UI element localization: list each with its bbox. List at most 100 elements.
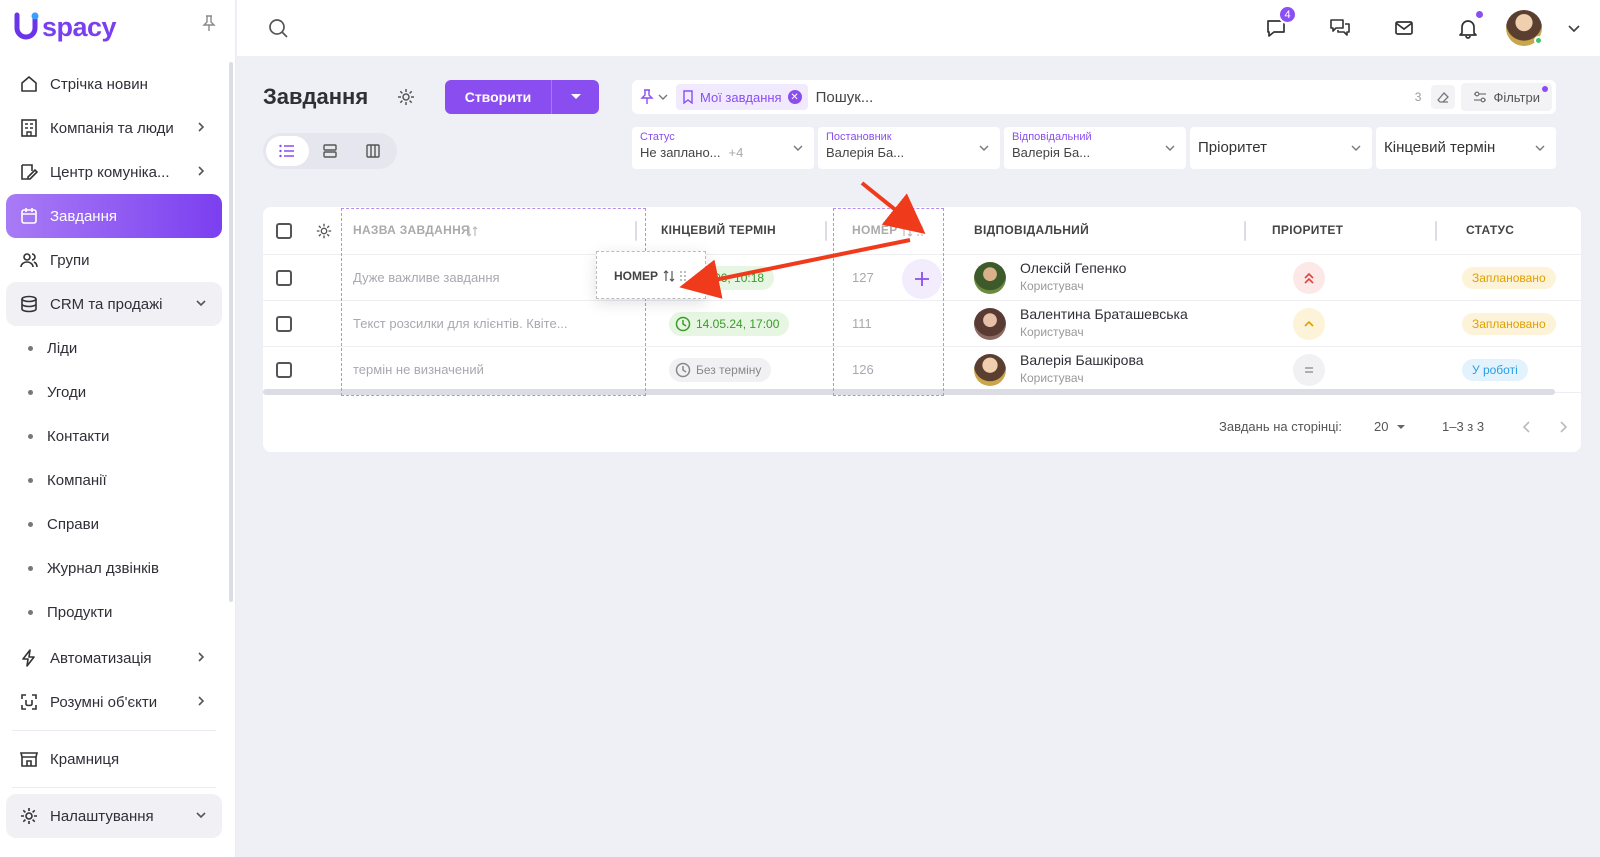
messages-button[interactable] bbox=[1308, 17, 1372, 39]
priority-medium[interactable] bbox=[1293, 308, 1325, 340]
next-page-icon[interactable] bbox=[1556, 420, 1570, 434]
status-badge[interactable]: У роботі bbox=[1462, 359, 1528, 381]
notifications-button[interactable] bbox=[1436, 11, 1500, 39]
logo[interactable]: spacy bbox=[14, 10, 117, 44]
priority-filter[interactable]: Пріоритет bbox=[1190, 127, 1372, 169]
chip-remove-icon[interactable]: ✕ bbox=[787, 90, 802, 104]
pin-icon[interactable] bbox=[200, 14, 218, 32]
search-input[interactable]: Пошук... bbox=[816, 89, 1415, 106]
gear-icon[interactable] bbox=[315, 222, 333, 240]
dragged-column-header[interactable]: НОМЕР bbox=[596, 251, 706, 299]
sidebar-item-news[interactable]: Стрічка новин bbox=[6, 62, 222, 106]
responsible-filter[interactable]: Відповідальний Валерія Ба... bbox=[1004, 127, 1186, 169]
priority-high[interactable] bbox=[1293, 262, 1325, 294]
name-column-drop-zone bbox=[341, 208, 646, 396]
row-checkbox[interactable] bbox=[276, 270, 292, 286]
sidebar-item-label: Розумні об'єкти bbox=[50, 693, 158, 711]
column-header-deadline[interactable]: КІНЦЕВИЙ ТЕРМІН bbox=[661, 223, 776, 237]
cards-view-button[interactable] bbox=[309, 136, 352, 166]
status-filter[interactable]: Статус Не заплано... +4 bbox=[632, 127, 814, 169]
chevron-down-icon bbox=[793, 145, 803, 151]
avatar[interactable] bbox=[974, 262, 1006, 294]
row-checkbox[interactable] bbox=[276, 316, 292, 332]
avatar bbox=[1506, 10, 1543, 46]
deadline-filter[interactable]: Кінцевий термін bbox=[1376, 127, 1556, 169]
list-view-button[interactable] bbox=[266, 136, 309, 166]
sidebar-item-settings[interactable]: Налаштування bbox=[6, 794, 222, 838]
priority-normal[interactable] bbox=[1293, 354, 1325, 386]
pin-preset-dropdown[interactable] bbox=[632, 89, 676, 105]
user-menu-toggle[interactable] bbox=[1548, 21, 1600, 35]
mail-icon bbox=[1395, 21, 1413, 35]
bullet bbox=[28, 609, 33, 615]
person-role: Користувач bbox=[1020, 279, 1084, 293]
caret-down-icon bbox=[1397, 424, 1406, 429]
person-name[interactable]: Валентина Браташевська bbox=[1020, 306, 1188, 322]
person-name[interactable]: Олексій Гепенко bbox=[1020, 260, 1126, 276]
sidebar-sub-contacts[interactable]: Контакти bbox=[6, 414, 222, 458]
filters-label: Фільтри bbox=[1493, 89, 1540, 105]
chevron-down-icon bbox=[1568, 25, 1580, 33]
row-checkbox[interactable] bbox=[276, 362, 292, 378]
chat-button[interactable]: 4 bbox=[1244, 5, 1308, 39]
notification-dot bbox=[1476, 11, 1483, 18]
sidebar-item-label: Налаштування bbox=[50, 807, 154, 825]
sidebar-sub-companies[interactable]: Компанії bbox=[6, 458, 222, 502]
create-button[interactable]: Створити bbox=[445, 80, 551, 114]
sidebar-sub-products[interactable]: Продукти bbox=[6, 590, 222, 634]
user-avatar-button[interactable] bbox=[1500, 10, 1548, 46]
sidebar-sub-call-log[interactable]: Журнал дзвінків bbox=[6, 546, 222, 590]
sidebar-item-automation[interactable]: Автоматизація bbox=[6, 636, 222, 680]
add-column-button[interactable] bbox=[902, 259, 942, 299]
sidebar-sub-deals[interactable]: Угоди bbox=[6, 370, 222, 414]
bullet bbox=[28, 389, 33, 395]
column-resizer[interactable] bbox=[1244, 221, 1246, 241]
filter-chip-my-tasks[interactable]: Мої завдання ✕ bbox=[676, 84, 808, 110]
sidebar-item-label: Центр комуніка... bbox=[50, 163, 170, 181]
creator-filter[interactable]: Постановник Валерія Ба... bbox=[818, 127, 1000, 169]
sidebar-item-tasks[interactable]: Завдання bbox=[6, 194, 222, 238]
bullet bbox=[28, 565, 33, 571]
deadline-chip[interactable]: 14.05.24, 17:00 bbox=[669, 312, 790, 336]
filter-label: Кінцевий термін bbox=[1384, 139, 1496, 156]
store-icon bbox=[18, 748, 40, 770]
kanban-view-button[interactable] bbox=[351, 136, 394, 166]
sidebar-item-label: Крамниця bbox=[50, 750, 120, 768]
person-name[interactable]: Валерія Башкірова bbox=[1020, 352, 1144, 368]
status-badge[interactable]: Заплановано bbox=[1462, 313, 1556, 335]
pin-icon bbox=[640, 89, 654, 104]
sidebar-item-label: CRM та продажі bbox=[50, 295, 163, 313]
sidebar-item-store[interactable]: Крамниця bbox=[6, 737, 222, 781]
column-resizer[interactable] bbox=[825, 221, 827, 241]
deadline-chip[interactable]: ...06, 10:18 bbox=[698, 266, 775, 290]
sidebar-item-crm[interactable]: CRM та продажі bbox=[6, 282, 222, 326]
select-all-checkbox[interactable] bbox=[276, 223, 292, 239]
filters-button[interactable]: Фільтри bbox=[1461, 83, 1552, 111]
building-icon bbox=[18, 117, 40, 139]
sidebar-sub-activities[interactable]: Справи bbox=[6, 502, 222, 546]
clear-search-button[interactable] bbox=[1431, 85, 1456, 109]
avatar[interactable] bbox=[974, 354, 1006, 386]
deadline-chip[interactable]: Без терміну bbox=[669, 358, 772, 382]
column-header-status[interactable]: СТАТУС bbox=[1466, 223, 1514, 237]
mail-button[interactable] bbox=[1372, 17, 1436, 39]
sidebar-nav: Стрічка новин Компанія та люди Центр ком… bbox=[6, 62, 222, 838]
gear-icon[interactable] bbox=[396, 87, 416, 107]
column-resizer[interactable] bbox=[1435, 221, 1437, 241]
column-header-priority[interactable]: ПРІОРИТЕТ bbox=[1272, 223, 1343, 237]
deadline-value: ...06, 10:18 bbox=[704, 271, 765, 285]
sidebar-scrollbar[interactable] bbox=[229, 62, 233, 602]
dragged-column-label: НОМЕР bbox=[614, 269, 659, 283]
sidebar-sub-leads[interactable]: Ліди bbox=[6, 326, 222, 370]
sidebar-item-smart-objects[interactable]: Розумні об'єкти bbox=[6, 680, 222, 724]
create-dropdown-button[interactable] bbox=[552, 80, 599, 114]
previous-page-icon[interactable] bbox=[1520, 420, 1534, 434]
search-icon[interactable] bbox=[267, 17, 289, 39]
column-header-responsible[interactable]: ВІДПОВІДАЛЬНИЙ bbox=[974, 223, 1089, 237]
sidebar-item-groups[interactable]: Групи bbox=[6, 238, 222, 282]
sidebar-item-company[interactable]: Компанія та люди bbox=[6, 106, 222, 150]
status-badge[interactable]: Заплановано bbox=[1462, 267, 1556, 289]
avatar[interactable] bbox=[974, 308, 1006, 340]
per-page-select[interactable]: 20 bbox=[1374, 419, 1406, 434]
sidebar-item-communications[interactable]: Центр комуніка... bbox=[6, 150, 222, 194]
